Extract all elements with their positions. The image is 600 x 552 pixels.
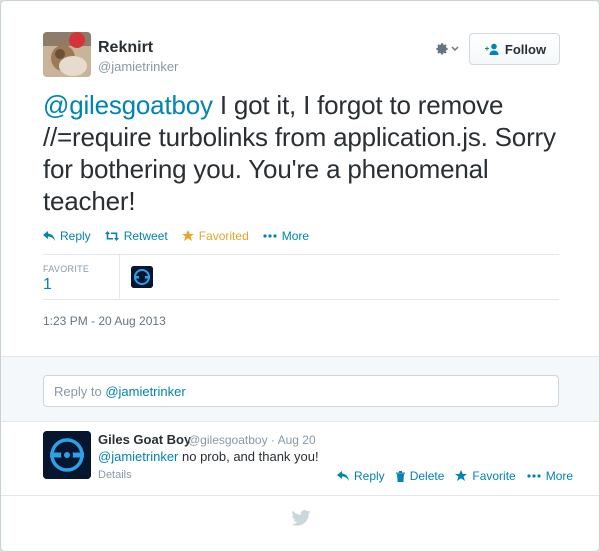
reply-author-avatar[interactable]	[43, 431, 91, 479]
favoriter-avatar[interactable]	[131, 266, 153, 288]
favorite-stat-count[interactable]: 1	[43, 276, 52, 294]
reply-reply-label: Reply	[354, 469, 385, 483]
author-handle[interactable]: @jamietrinker	[98, 59, 178, 74]
reply-tweet-actions: Reply Delete Favorite More	[337, 469, 573, 483]
reply-icon	[43, 231, 55, 241]
tweet-permalink-card: Reknirt @jamietrinker Follow @gilesgoatb…	[0, 0, 600, 552]
reply-tweet[interactable]: Giles Goat Boy @gilesgoatboy · Aug 20 @j…	[1, 422, 599, 496]
reply-separator: ·	[270, 433, 275, 447]
reply-section: Reply to @jamietrinker	[1, 356, 599, 422]
favorite-button[interactable]: Favorite	[455, 469, 516, 483]
reply-more-button[interactable]: More	[527, 469, 573, 483]
reply-input-mention: @jamietrinker	[105, 384, 186, 399]
favorite-label: Favorite	[472, 469, 516, 483]
reply-more-label: More	[545, 469, 574, 483]
reply-body-text: no prob, and thank you!	[178, 449, 319, 464]
reply-text: @jamietrinker no prob, and thank you!	[98, 449, 319, 464]
delete-button[interactable]: Delete	[395, 469, 445, 483]
tweet-timestamp[interactable]: 1:23 PM - 20 Aug 2013	[43, 314, 166, 328]
reply-author-handle[interactable]: @gilesgoatboy	[188, 433, 268, 447]
reply-reply-button[interactable]: Reply	[337, 469, 385, 483]
reply-icon	[337, 471, 349, 481]
star-icon	[181, 230, 194, 242]
reply-input-prefix: Reply to	[54, 384, 106, 399]
author-avatar[interactable]	[43, 32, 91, 77]
favorite-stat-label: FAVORITE	[43, 264, 90, 274]
favorited-button[interactable]: Favorited	[181, 229, 249, 243]
stats-divider	[119, 255, 120, 300]
follow-label: Follow	[504, 41, 547, 57]
tweet-stats: FAVORITE 1	[43, 254, 559, 300]
ellipsis-icon	[263, 234, 277, 238]
retweet-icon	[104, 231, 119, 241]
chevron-down-icon	[451, 46, 459, 52]
add-user-icon	[483, 43, 499, 55]
ellipsis-icon	[527, 474, 541, 478]
footer	[1, 496, 599, 551]
tweet-mention-link[interactable]: @gilesgoatboy	[43, 90, 213, 120]
reply-label: Reply	[60, 229, 91, 243]
author-name[interactable]: Reknirt	[98, 39, 153, 57]
reply-meta: @gilesgoatboy · Aug 20	[188, 433, 316, 447]
retweet-button[interactable]: Retweet	[104, 229, 168, 243]
reply-date[interactable]: Aug 20	[278, 433, 316, 447]
follow-button[interactable]: Follow	[469, 33, 560, 65]
retweet-label: Retweet	[123, 229, 168, 243]
trash-icon	[395, 470, 405, 482]
reply-button[interactable]: Reply	[43, 229, 91, 243]
more-button[interactable]: More	[263, 229, 309, 243]
reply-input[interactable]: Reply to @jamietrinker	[43, 375, 559, 407]
reply-mention-link[interactable]: @jamietrinker	[98, 449, 178, 464]
user-actions-dropdown[interactable]	[435, 39, 465, 59]
star-icon	[455, 470, 468, 482]
reply-details-link[interactable]: Details	[98, 469, 132, 481]
favorited-label: Favorited	[198, 229, 249, 243]
tweet-actions: Reply Retweet Favorited More	[43, 229, 309, 243]
gear-icon	[435, 42, 449, 56]
delete-label: Delete	[409, 469, 445, 483]
tweet-text: @gilesgoatboy I got it, I forgot to remo…	[43, 89, 563, 217]
more-label: More	[281, 229, 310, 243]
reply-author-name[interactable]: Giles Goat Boy	[98, 432, 191, 447]
twitter-bird-icon	[291, 510, 311, 526]
